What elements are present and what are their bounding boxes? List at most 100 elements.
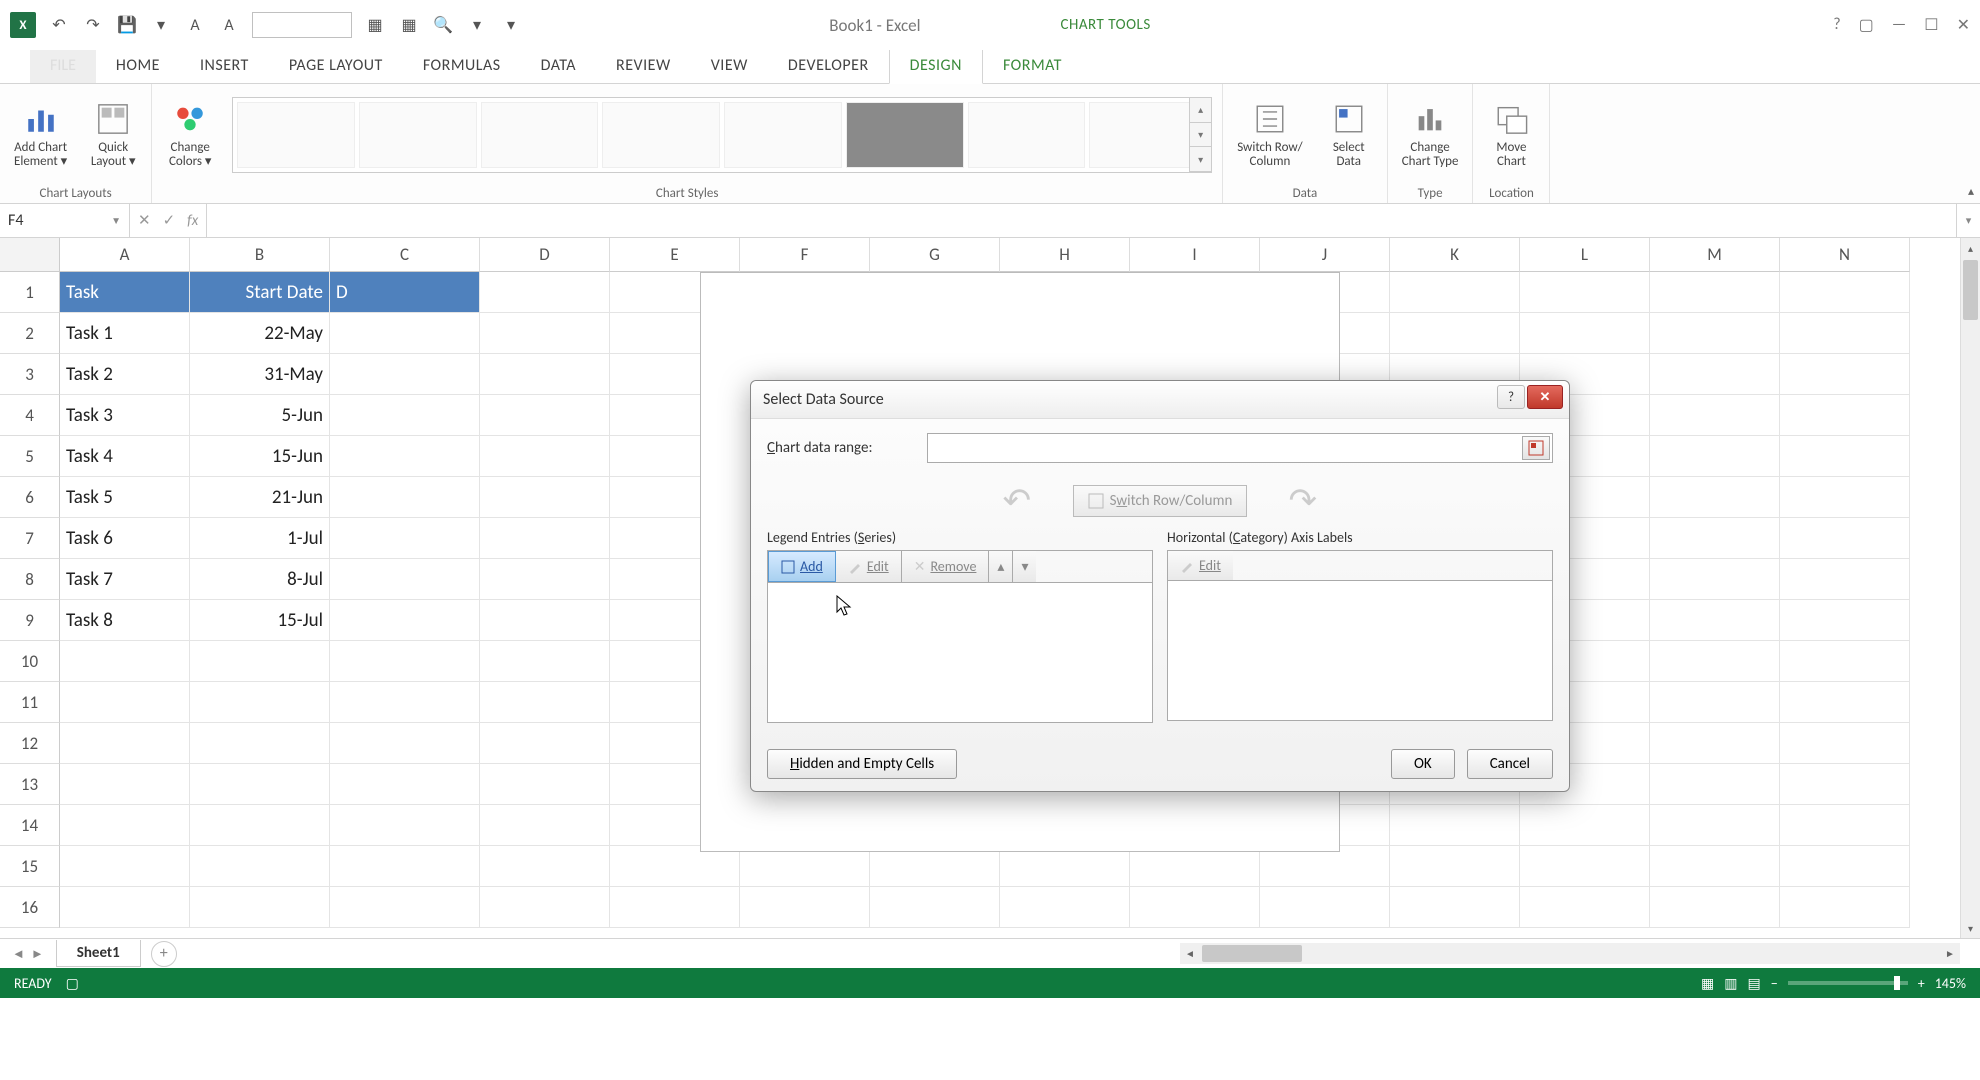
cell-M16[interactable] [1650, 887, 1780, 928]
tab-format[interactable]: FORMAT [983, 48, 1082, 83]
qat-btn-2[interactable]: ▦ [398, 14, 420, 36]
cell-B8[interactable]: 8-Jul [190, 559, 330, 600]
cell-N5[interactable] [1780, 436, 1910, 477]
vscroll-thumb[interactable] [1963, 260, 1978, 320]
cell-A9[interactable]: Task 8 [60, 600, 190, 641]
cell-D11[interactable] [480, 682, 610, 723]
cell-M1[interactable] [1650, 272, 1780, 313]
scroll-up-icon[interactable]: ▴ [1961, 238, 1980, 258]
cell-B12[interactable] [190, 723, 330, 764]
row-header-4[interactable]: 4 [0, 395, 60, 436]
cell-B5[interactable]: 15-Jun [190, 436, 330, 477]
range-selector-button[interactable] [1522, 436, 1550, 460]
cell-M12[interactable] [1650, 723, 1780, 764]
cell-A1[interactable]: Task [60, 272, 190, 313]
cell-I16[interactable] [1130, 887, 1260, 928]
cell-B16[interactable] [190, 887, 330, 928]
cell-N11[interactable] [1780, 682, 1910, 723]
cell-N4[interactable] [1780, 395, 1910, 436]
cell-D8[interactable] [480, 559, 610, 600]
scroll-down-icon[interactable]: ▾ [1961, 918, 1980, 938]
move-chart-button[interactable]: Move Chart [1483, 99, 1539, 172]
expand-formula-bar-icon[interactable]: ▾ [1956, 204, 1980, 237]
zoom-slider[interactable] [1788, 981, 1908, 985]
dialog-titlebar[interactable]: Select Data Source ? ✕ [751, 381, 1569, 419]
cell-L14[interactable] [1520, 805, 1650, 846]
cancel-button[interactable]: Cancel [1467, 749, 1553, 779]
cell-B6[interactable]: 21-Jun [190, 477, 330, 518]
cell-M13[interactable] [1650, 764, 1780, 805]
formula-input[interactable] [207, 204, 1956, 237]
cell-C3[interactable] [330, 354, 480, 395]
save-button[interactable]: 💾 [116, 14, 138, 36]
row-header-9[interactable]: 9 [0, 600, 60, 641]
cell-A6[interactable]: Task 5 [60, 477, 190, 518]
cell-N8[interactable] [1780, 559, 1910, 600]
cell-K1[interactable] [1390, 272, 1520, 313]
row-header-13[interactable]: 13 [0, 764, 60, 805]
dialog-close-button[interactable]: ✕ [1527, 385, 1563, 409]
cell-B13[interactable] [190, 764, 330, 805]
macro-record-icon[interactable]: ▢ [66, 975, 79, 992]
redo-button[interactable]: ↷ [82, 14, 104, 36]
row-header-11[interactable]: 11 [0, 682, 60, 723]
cell-M14[interactable] [1650, 805, 1780, 846]
scroll-left-icon[interactable]: ◄ [1180, 947, 1200, 960]
cell-C11[interactable] [330, 682, 480, 723]
cell-A14[interactable] [60, 805, 190, 846]
cell-L1[interactable] [1520, 272, 1650, 313]
change-chart-type-button[interactable]: Change Chart Type [1398, 99, 1463, 172]
name-box[interactable]: F4▼ [0, 204, 130, 237]
cell-M15[interactable] [1650, 846, 1780, 887]
cell-D14[interactable] [480, 805, 610, 846]
cell-M8[interactable] [1650, 559, 1780, 600]
cell-B14[interactable] [190, 805, 330, 846]
fx-icon[interactable]: fx [187, 212, 198, 230]
cell-N6[interactable] [1780, 477, 1910, 518]
cell-K14[interactable] [1390, 805, 1520, 846]
cell-N9[interactable] [1780, 600, 1910, 641]
row-header-1[interactable]: 1 [0, 272, 60, 313]
cell-C4[interactable] [330, 395, 480, 436]
qat-btn-4[interactable]: ▾ [466, 14, 488, 36]
row-header-6[interactable]: 6 [0, 477, 60, 518]
cell-H15[interactable] [1000, 846, 1130, 887]
cell-B2[interactable]: 22-May [190, 313, 330, 354]
switch-row-column-button[interactable]: Switch Row/ Column [1233, 99, 1307, 172]
cell-C15[interactable] [330, 846, 480, 887]
tab-home[interactable]: HOME [96, 48, 180, 83]
cell-C2[interactable] [330, 313, 480, 354]
cell-M4[interactable] [1650, 395, 1780, 436]
chart-data-range-input[interactable] [927, 433, 1553, 463]
hidden-empty-cells-button[interactable]: Hidden and Empty Cells [767, 749, 957, 779]
cell-M11[interactable] [1650, 682, 1780, 723]
cell-B10[interactable] [190, 641, 330, 682]
row-header-16[interactable]: 16 [0, 887, 60, 928]
row-header-10[interactable]: 10 [0, 641, 60, 682]
cell-A4[interactable]: Task 3 [60, 395, 190, 436]
qat-btn-3[interactable]: 🔍 [432, 14, 454, 36]
cell-M2[interactable] [1650, 313, 1780, 354]
tab-review[interactable]: REVIEW [596, 48, 691, 83]
cell-D10[interactable] [480, 641, 610, 682]
scroll-right-icon[interactable]: ► [1940, 947, 1960, 960]
cell-D15[interactable] [480, 846, 610, 887]
cell-A2[interactable]: Task 1 [60, 313, 190, 354]
row-header-14[interactable]: 14 [0, 805, 60, 846]
cell-D13[interactable] [480, 764, 610, 805]
style-thumb-7[interactable] [968, 102, 1086, 168]
axis-labels-listbox[interactable] [1167, 581, 1553, 721]
cell-J16[interactable] [1260, 887, 1390, 928]
cell-D2[interactable] [480, 313, 610, 354]
column-header-J[interactable]: J [1260, 238, 1390, 272]
cell-G15[interactable] [870, 846, 1000, 887]
cell-C8[interactable] [330, 559, 480, 600]
zoom-level[interactable]: 145% [1935, 975, 1966, 992]
column-header-C[interactable]: C [330, 238, 480, 272]
row-header-12[interactable]: 12 [0, 723, 60, 764]
series-listbox[interactable] [767, 583, 1153, 723]
tab-insert[interactable]: INSERT [180, 48, 269, 83]
cell-E15[interactable] [610, 846, 740, 887]
cell-K16[interactable] [1390, 887, 1520, 928]
cell-C13[interactable] [330, 764, 480, 805]
